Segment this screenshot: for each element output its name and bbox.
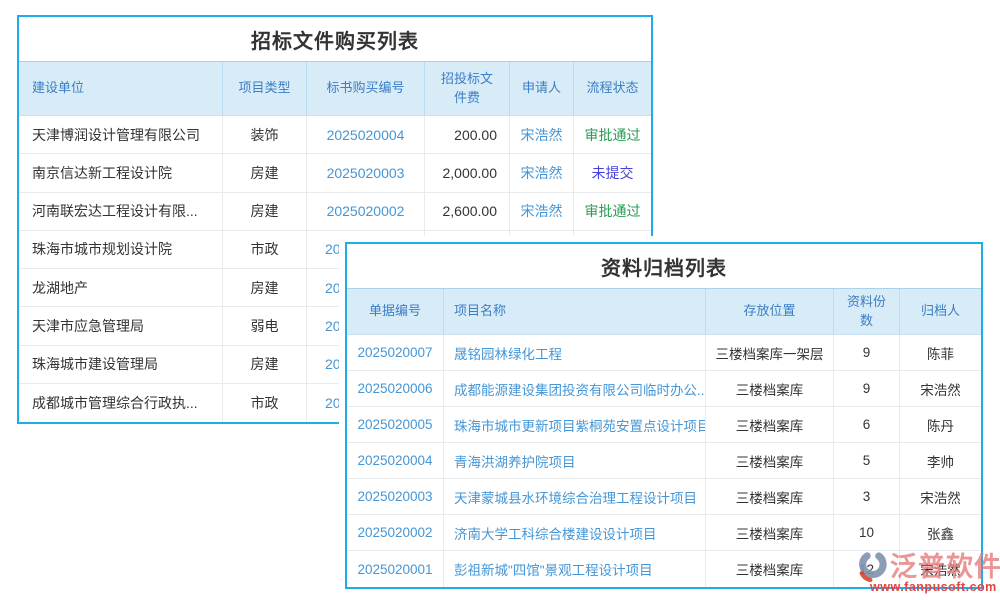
cell-flow-status: 审批通过 xyxy=(574,193,651,230)
col-header-location: 存放位置 xyxy=(706,289,834,334)
cell-flow-status: 未提交 xyxy=(574,154,651,191)
cell-archiver: 陈菲 xyxy=(900,335,981,370)
cell-copies: 5 xyxy=(834,443,900,478)
col-header-project-name: 项目名称 xyxy=(444,289,706,334)
cell-location: 三楼档案库 xyxy=(706,479,834,514)
archive-list-header-row: 单据编号 项目名称 存放位置 资料份数 归档人 xyxy=(347,289,981,335)
cell-archiver: 陈丹 xyxy=(900,407,981,442)
table-row: 天津博润设计管理有限公司 装饰 2025020004 200.00 宋浩然 审批… xyxy=(19,116,651,154)
cell-bid-purchase-no-link[interactable]: 2025020002 xyxy=(307,193,425,230)
cell-copies: 3 xyxy=(834,479,900,514)
table-row: 2025020007 晟铭园林绿化工程 三楼档案库一架层 9 陈菲 xyxy=(347,335,981,371)
table-row: 2025020006 成都能源建设集团投资有限公司临时办公... 三楼档案库 9… xyxy=(347,371,981,407)
col-header-copies: 资料份数 xyxy=(834,289,900,334)
col-header-project-type: 项目类型 xyxy=(223,62,307,115)
cell-project-name-link[interactable]: 彭祖新城"四馆"景观工程设计项目 xyxy=(444,551,706,587)
col-header-archiver: 归档人 xyxy=(900,289,981,334)
cell-project-name-link[interactable]: 成都能源建设集团投资有限公司临时办公... xyxy=(444,371,706,406)
cell-copies: 9 xyxy=(834,371,900,406)
cell-flow-status: 审批通过 xyxy=(574,116,651,153)
cell-doc-fee: 200.00 xyxy=(425,116,510,153)
cell-doc-no-link[interactable]: 2025020006 xyxy=(347,371,444,406)
cell-construction-unit: 珠海城市建设管理局 xyxy=(19,346,223,383)
cell-doc-no-link[interactable]: 2025020007 xyxy=(347,335,444,370)
cell-location: 三楼档案库 xyxy=(706,407,834,442)
table-row: 2025020003 天津蒙城县水环境综合治理工程设计项目 三楼档案库 3 宋浩… xyxy=(347,479,981,515)
cell-construction-unit: 天津博润设计管理有限公司 xyxy=(19,116,223,153)
cell-doc-fee: 2,600.00 xyxy=(425,193,510,230)
cell-construction-unit: 珠海市城市规划设计院 xyxy=(19,231,223,268)
col-header-flow-status: 流程状态 xyxy=(574,62,651,115)
cell-doc-no-link[interactable]: 2025020002 xyxy=(347,515,444,550)
cell-doc-no-link[interactable]: 2025020004 xyxy=(347,443,444,478)
cell-construction-unit: 河南联宏达工程设计有限... xyxy=(19,193,223,230)
cell-archiver: 宋浩然 xyxy=(900,479,981,514)
cell-location: 三楼档案库 xyxy=(706,515,834,550)
cell-applicant-link[interactable]: 宋浩然 xyxy=(510,154,574,191)
cell-project-type: 房建 xyxy=(223,193,307,230)
cell-applicant-link[interactable]: 宋浩然 xyxy=(510,116,574,153)
cell-construction-unit: 南京信达新工程设计院 xyxy=(19,154,223,191)
watermark-brand-text: 泛普软件 xyxy=(890,545,1000,584)
col-header-doc-no: 单据编号 xyxy=(347,289,444,334)
watermark-url-text: www.fanpusoft.com xyxy=(870,580,997,594)
cell-project-type: 房建 xyxy=(223,269,307,306)
cell-copies: 6 xyxy=(834,407,900,442)
cell-project-type: 市政 xyxy=(223,384,307,422)
table-row: 南京信达新工程设计院 房建 2025020003 2,000.00 宋浩然 未提… xyxy=(19,154,651,192)
cell-doc-fee: 2,000.00 xyxy=(425,154,510,191)
table-row: 河南联宏达工程设计有限... 房建 2025020002 2,600.00 宋浩… xyxy=(19,193,651,231)
cell-project-name-link[interactable]: 天津蒙城县水环境综合治理工程设计项目 xyxy=(444,479,706,514)
cell-applicant-link[interactable]: 宋浩然 xyxy=(510,193,574,230)
purchase-list-header-row: 建设单位 项目类型 标书购买编号 招投标文件费 申请人 流程状态 xyxy=(19,62,651,116)
col-header-bid-no: 标书购买编号 xyxy=(307,62,425,115)
cell-project-type: 弱电 xyxy=(223,307,307,344)
cell-bid-purchase-no-link[interactable]: 2025020004 xyxy=(307,116,425,153)
purchase-list-title: 招标文件购买列表 xyxy=(19,17,651,62)
cell-location: 三楼档案库 xyxy=(706,551,834,587)
cell-copies: 9 xyxy=(834,335,900,370)
cell-location: 三楼档案库 xyxy=(706,443,834,478)
cell-project-name-link[interactable]: 珠海市城市更新项目紫桐苑安置点设计项目 xyxy=(444,407,706,442)
cell-location: 三楼档案库 xyxy=(706,371,834,406)
cell-project-type: 市政 xyxy=(223,231,307,268)
cell-construction-unit: 成都城市管理综合行政执... xyxy=(19,384,223,422)
cell-project-name-link[interactable]: 济南大学工科综合楼建设设计项目 xyxy=(444,515,706,550)
table-row: 2025020005 珠海市城市更新项目紫桐苑安置点设计项目 三楼档案库 6 陈… xyxy=(347,407,981,443)
cell-doc-no-link[interactable]: 2025020003 xyxy=(347,479,444,514)
cell-archiver: 李帅 xyxy=(900,443,981,478)
cell-doc-no-link[interactable]: 2025020005 xyxy=(347,407,444,442)
col-header-unit: 建设单位 xyxy=(19,62,223,115)
cell-archiver: 宋浩然 xyxy=(900,371,981,406)
cell-project-type: 装饰 xyxy=(223,116,307,153)
cell-construction-unit: 天津市应急管理局 xyxy=(19,307,223,344)
cell-doc-no-link[interactable]: 2025020001 xyxy=(347,551,444,587)
archive-list-window: 资料归档列表 单据编号 项目名称 存放位置 资料份数 归档人 202502000… xyxy=(345,242,983,589)
cell-project-type: 房建 xyxy=(223,154,307,191)
col-header-doc-fee: 招投标文件费 xyxy=(425,62,510,115)
cell-project-name-link[interactable]: 青海洪湖养护院项目 xyxy=(444,443,706,478)
cell-construction-unit: 龙湖地产 xyxy=(19,269,223,306)
cell-project-name-link[interactable]: 晟铭园林绿化工程 xyxy=(444,335,706,370)
cell-project-type: 房建 xyxy=(223,346,307,383)
table-row: 2025020004 青海洪湖养护院项目 三楼档案库 5 李帅 xyxy=(347,443,981,479)
archive-list-title: 资料归档列表 xyxy=(347,244,981,289)
col-header-applicant: 申请人 xyxy=(510,62,574,115)
watermark: 泛普软件 www.fanpusoft.com xyxy=(856,543,1000,595)
cell-bid-purchase-no-link[interactable]: 2025020003 xyxy=(307,154,425,191)
cell-location: 三楼档案库一架层 xyxy=(706,335,834,370)
